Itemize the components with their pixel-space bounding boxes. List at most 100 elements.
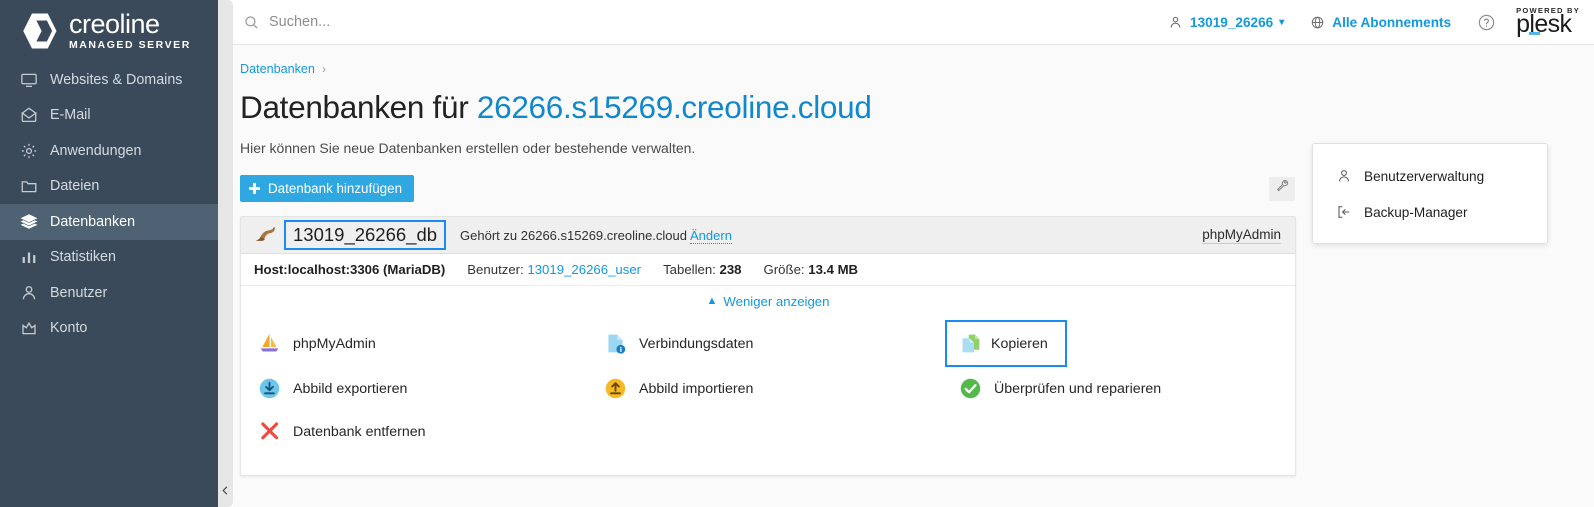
sidebar-item-statistiken[interactable]: Statistiken — [0, 240, 218, 276]
sidebar-item-websites-domains[interactable]: Websites & Domains — [0, 62, 218, 98]
meta-user-label: Benutzer: — [467, 262, 528, 277]
tools-dropdown-menu: Benutzerverwaltung Backup-Manager — [1312, 143, 1548, 244]
action-label: Kopieren — [991, 335, 1048, 352]
person-icon — [1333, 168, 1355, 184]
copy-documents-icon — [955, 332, 985, 355]
sidebar-item-benutzer[interactable]: Benutzer — [0, 275, 218, 311]
action-label: Verbindungsdaten — [639, 335, 754, 352]
add-database-button[interactable]: Datenbank hinzufügen — [240, 175, 415, 202]
download-circle-icon — [254, 377, 284, 400]
upload-circle-icon — [600, 377, 630, 400]
hexagon-logo-icon — [18, 10, 60, 52]
brand-logo[interactable]: creoline MANAGED SERVER — [0, 0, 218, 62]
sidebar-item-label: Datenbanken — [50, 213, 136, 230]
meta-user-value[interactable]: 13019_26266_user — [527, 262, 641, 277]
red-x-icon — [254, 420, 284, 443]
meta-tables-label: Tabellen: — [663, 262, 720, 277]
top-bar: 13019_26266 ▾ Alle Abonnements — [233, 0, 1594, 45]
change-owner-link[interactable]: Ändern — [690, 227, 732, 244]
meta-tables-value: 238 — [719, 262, 742, 277]
backup-arrow-icon — [1333, 204, 1355, 220]
sidebar-collapse-button[interactable] — [218, 473, 233, 507]
sidebar-item-datenbanken[interactable]: Datenbanken — [0, 204, 218, 240]
meta-size-value: 13.4 MB — [808, 262, 859, 277]
top-bar-right: 13019_26266 ▾ Alle Abonnements POWERED B… — [1142, 7, 1594, 37]
folder-icon — [18, 176, 39, 197]
page-title-host: 26266.s15269.creoline.cloud — [476, 89, 872, 125]
menu-item-label: Backup-Manager — [1364, 204, 1468, 220]
page-title-prefix: Datenbanken für — [240, 89, 477, 125]
sidebar: creoline MANAGED SERVER Websites & Domai… — [0, 0, 218, 507]
owner-prefix: Gehört zu — [460, 227, 521, 243]
meta-user: Benutzer: 13019_26266_user — [467, 262, 641, 277]
meta-host-value: localhost:3306 (MariaDB) — [287, 262, 446, 277]
all-subscriptions-link[interactable]: Alle Abonnements — [1310, 15, 1451, 30]
phpmyadmin-header-link[interactable]: phpMyAdmin — [1202, 227, 1281, 244]
menu-item-benutzerverwaltung[interactable]: Benutzerverwaltung — [1313, 158, 1547, 194]
sidebar-scroll-strip[interactable] — [218, 0, 233, 507]
sidebar-item-dateien[interactable]: Dateien — [0, 169, 218, 205]
search-icon — [243, 14, 260, 31]
action-ueberpruefen-reparieren[interactable]: Überprüfen und reparieren — [955, 367, 1295, 410]
question-circle-icon[interactable] — [1477, 13, 1496, 32]
action-verbindungsdaten[interactable]: Verbindungsdaten — [600, 322, 955, 365]
sidebar-item-label: Anwendungen — [50, 142, 142, 159]
database-owner: Gehört zu 26266.s15269.creoline.cloud Änd… — [460, 227, 732, 244]
globe-icon — [1310, 15, 1325, 30]
page-title: Datenbanken für 26266.s15269.creoline.cl… — [240, 89, 1594, 126]
plesk-page: creoline MANAGED SERVER Websites & Domai… — [0, 0, 1594, 507]
sidebar-item-label: Websites & Domains — [50, 71, 183, 88]
owner-host: 26266.s15269.creoline.cloud — [520, 227, 687, 243]
gear-icon — [18, 140, 39, 161]
chevron-up-icon: ▲ — [706, 295, 718, 307]
envelope-icon — [18, 105, 39, 126]
sidebar-item-konto[interactable]: Konto — [0, 311, 218, 347]
database-meta-row: Host:localhost:3306 (MariaDB) Benutzer: … — [241, 254, 1295, 286]
sidebar-item-label: Konto — [50, 320, 88, 337]
plesk-logo[interactable]: POWERED BY plesk — [1516, 7, 1580, 37]
meta-tables: Tabellen: 238 — [663, 262, 741, 277]
sailboat-icon — [254, 332, 284, 355]
action-kopieren[interactable]: Kopieren — [945, 320, 1067, 367]
add-database-label: Datenbank hinzufügen — [268, 181, 403, 196]
wrench-icon — [1275, 179, 1290, 199]
account-label: 13019_26266 — [1190, 14, 1274, 30]
main-content: Datenbanken › Datenbanken für 26266.s152… — [233, 45, 1594, 507]
action-label: phpMyAdmin — [293, 335, 376, 352]
plesk-accent-underline — [1529, 31, 1541, 35]
meta-host: Host:localhost:3306 (MariaDB) — [254, 262, 445, 277]
monitor-icon — [18, 69, 39, 90]
plesk-word-text: plesk — [1516, 9, 1572, 38]
menu-item-backup-manager[interactable]: Backup-Manager — [1313, 194, 1547, 230]
toolbar: Datenbank hinzufügen — [240, 175, 1295, 202]
sidebar-item-label: Benutzer — [50, 284, 108, 301]
chevron-right-icon: › — [321, 62, 326, 76]
action-abbild-importieren[interactable]: Abbild importieren — [600, 367, 955, 410]
show-less-label: Weniger anzeigen — [723, 293, 830, 309]
sidebar-item-email[interactable]: E-Mail — [0, 98, 218, 134]
person-icon — [1168, 15, 1183, 30]
action-abbild-exportieren[interactable]: Abbild exportieren — [254, 367, 600, 410]
action-phpmyadmin[interactable]: phpMyAdmin — [254, 322, 600, 365]
tools-button[interactable] — [1269, 176, 1295, 201]
show-less-toggle[interactable]: ▲ Weniger anzeigen — [707, 294, 830, 309]
plesk-wordmark: plesk — [1516, 9, 1580, 38]
action-datenbank-entfernen[interactable]: Datenbank entfernen — [254, 410, 600, 453]
breadcrumb-item-datenbanken[interactable]: Datenbanken — [240, 62, 315, 76]
database-name: 13019_26266_db — [293, 224, 438, 245]
meta-host-label: Host: — [254, 262, 288, 277]
database-stack-icon — [18, 211, 39, 232]
action-label: Abbild exportieren — [293, 380, 408, 397]
meta-size-label: Größe: — [763, 262, 809, 277]
database-card: 13019_26266_db Gehört zu 26266.s15269.cr… — [240, 216, 1296, 476]
action-label: Datenbank entfernen — [293, 423, 426, 440]
sidebar-item-anwendungen[interactable]: Anwendungen — [0, 133, 218, 169]
search-box[interactable] — [243, 14, 1142, 31]
brand-title: creoline — [69, 9, 160, 40]
account-menu[interactable]: 13019_26266 ▾ — [1168, 15, 1284, 30]
sidebar-item-label: Statistiken — [50, 249, 116, 266]
bar-chart-icon — [18, 247, 39, 268]
search-input[interactable] — [269, 14, 569, 30]
database-name-highlight[interactable]: 13019_26266_db — [284, 220, 447, 250]
mariadb-sealion-icon — [254, 226, 280, 244]
